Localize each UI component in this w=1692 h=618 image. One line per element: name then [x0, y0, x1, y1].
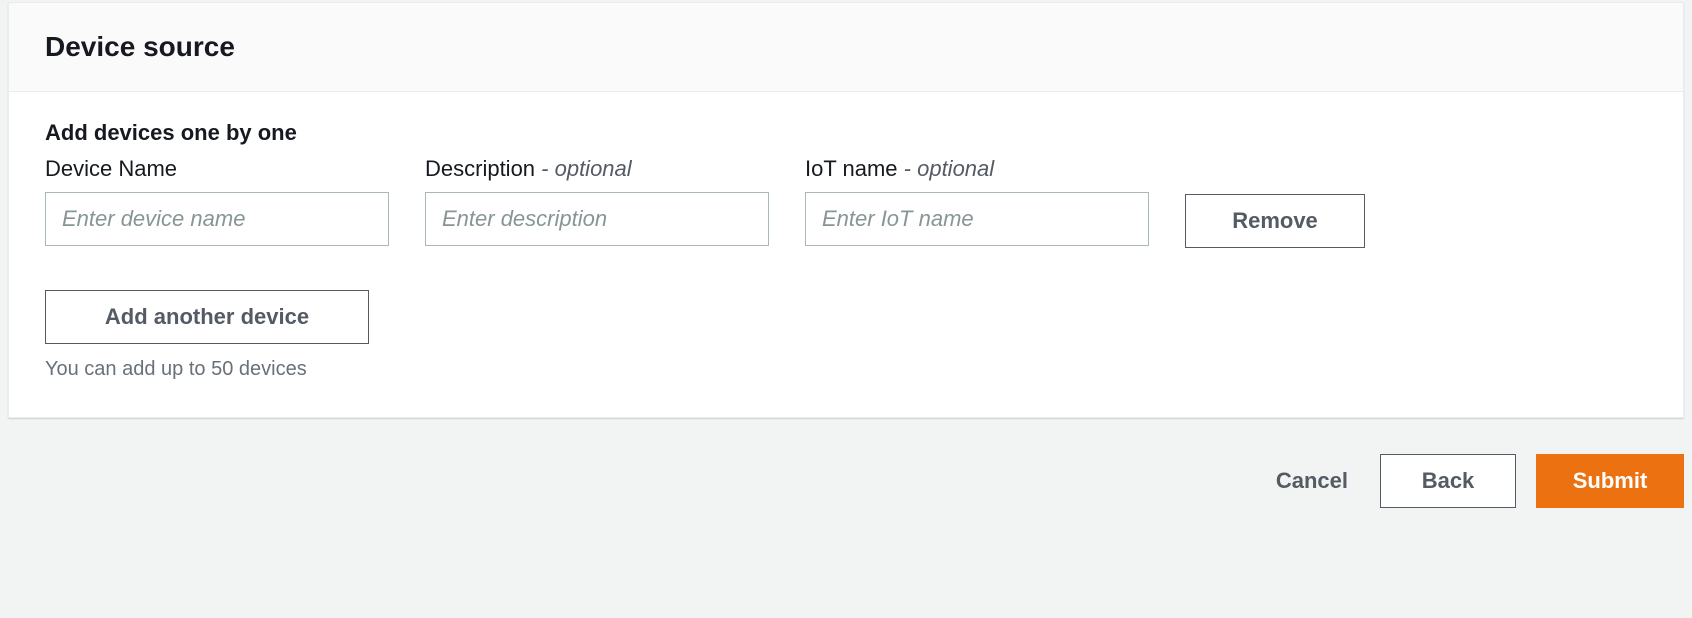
- device-name-field-group: Device Name: [45, 156, 389, 246]
- iot-name-field-group: IoT name - optional: [805, 156, 1149, 246]
- description-label-main: Description: [425, 156, 535, 181]
- iot-name-label: IoT name - optional: [805, 156, 1149, 182]
- section-heading: Add devices one by one: [45, 120, 1647, 146]
- cancel-button[interactable]: Cancel: [1264, 454, 1360, 508]
- description-field-group: Description - optional: [425, 156, 769, 246]
- iot-name-input[interactable]: [805, 192, 1149, 246]
- description-label-optional: - optional: [535, 156, 632, 181]
- panel-title: Device source: [45, 31, 1647, 63]
- description-label: Description - optional: [425, 156, 769, 182]
- device-limit-hint: You can add up to 50 devices: [45, 358, 1647, 381]
- device-source-panel: Device source Add devices one by one Dev…: [8, 2, 1684, 418]
- panel-header: Device source: [9, 3, 1683, 92]
- remove-button[interactable]: Remove: [1185, 194, 1365, 248]
- device-row: Device Name Description - optional IoT n…: [45, 156, 1647, 248]
- submit-button[interactable]: Submit: [1536, 454, 1684, 508]
- action-row: Cancel Back Submit: [0, 418, 1692, 508]
- iot-name-label-optional: - optional: [898, 156, 995, 181]
- back-button[interactable]: Back: [1380, 454, 1516, 508]
- device-name-label: Device Name: [45, 156, 389, 182]
- iot-name-label-main: IoT name: [805, 156, 898, 181]
- add-another-device-button[interactable]: Add another device: [45, 290, 369, 344]
- device-name-input[interactable]: [45, 192, 389, 246]
- remove-column: Remove: [1185, 156, 1365, 248]
- panel-body: Add devices one by one Device Name Descr…: [9, 92, 1683, 417]
- description-input[interactable]: [425, 192, 769, 246]
